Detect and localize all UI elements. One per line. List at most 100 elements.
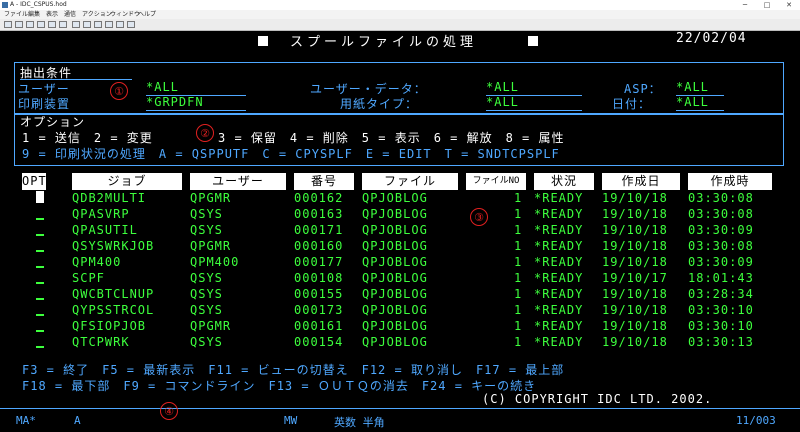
maximize-icon[interactable]: □ — [756, 0, 778, 10]
record-icon[interactable] — [105, 21, 113, 28]
cell-file: QPJOBLOG — [362, 319, 428, 333]
col-header-fileno: ファイルNO — [466, 173, 526, 190]
col-header-file: ファイル — [362, 173, 458, 190]
menu-edit[interactable]: 編集 — [28, 10, 40, 19]
menu-comm[interactable]: 通信 — [64, 10, 76, 19]
cell-user: QPM400 — [190, 255, 240, 269]
status-bar: MA* A MW 英数 半角 11/003 — [0, 408, 800, 432]
opt-input[interactable] — [36, 218, 44, 220]
marker-3: ③ — [470, 208, 488, 226]
window-title: A - IDC_CSPUS.hod — [10, 1, 67, 8]
cell-number: 000177 — [294, 255, 344, 269]
table-row[interactable]: QWCBTCLNUP QSYS 000155 QPJOBLOG 1 *READY 19/10… — [0, 286, 800, 302]
table-row[interactable]: QTCPWRK QSYS 000154 QPJOBLOG 1 *READY 19/10/18… — [0, 334, 800, 350]
title-block-right — [528, 36, 538, 46]
cell-date: 19/10/18 — [602, 319, 668, 333]
table-row[interactable]: QPASUTIL QSYS 000171 QPJOBLOG 1 *READY 19/10/1… — [0, 222, 800, 238]
table-row[interactable]: SCPF QSYS 000108 QPJOBLOG 1 *READY 19/10/17 18:… — [0, 270, 800, 286]
cut-icon[interactable] — [15, 21, 23, 28]
opt-input[interactable] — [36, 191, 44, 203]
cell-job: QDB2MULTI — [72, 191, 147, 205]
cell-fileno: 1 — [514, 335, 523, 349]
cell-fileno: 1 — [514, 239, 523, 253]
user-field[interactable]: *ALL — [146, 80, 179, 94]
cell-time: 03:30:10 — [688, 319, 754, 333]
cell-date: 19/10/18 — [602, 287, 668, 301]
table-row[interactable]: QSYSWRKJOB QPGMR 000160 QPJOBLOG 1 *READY 19/1… — [0, 238, 800, 254]
asp-field[interactable]: *ALL — [676, 80, 709, 94]
cell-job: SCPF — [72, 271, 105, 285]
fkeys-line2: F18 = 最下部 F9 = コマンドライン F13 = ＯＵＴＱの消去 F24… — [22, 379, 537, 393]
col-header-time: 作成時 — [688, 173, 772, 190]
date-field[interactable]: *ALL — [676, 95, 709, 109]
opt-input[interactable] — [36, 330, 44, 332]
app-icon — [2, 2, 8, 8]
cell-file: QPJOBLOG — [362, 303, 428, 317]
cell-status: *READY — [534, 239, 584, 253]
opt-input[interactable] — [36, 250, 44, 252]
cell-date: 19/10/18 — [602, 255, 668, 269]
menu-file[interactable]: ファイル — [4, 10, 28, 19]
menu-window[interactable]: ウィンドウ — [110, 10, 140, 19]
system-date: 22/02/04 — [676, 31, 747, 46]
cell-date: 19/10/18 — [602, 191, 668, 205]
printer-field[interactable]: *GRPDFN — [146, 95, 204, 109]
options-line1a: 1 = 送信 2 = 変更 — [22, 131, 153, 145]
opt-input[interactable] — [36, 346, 44, 348]
cell-job: QFSIOPJOB — [72, 319, 147, 333]
title-block-left — [258, 36, 268, 46]
marker-4: ④ — [160, 402, 178, 420]
cell-status: *READY — [534, 191, 584, 205]
cell-file: QPJOBLOG — [362, 191, 428, 205]
cell-job: QYPSSTRCOL — [72, 303, 155, 317]
cell-time: 03:30:09 — [688, 223, 754, 237]
table-row[interactable]: QYPSSTRCOL QSYS 000173 QPJOBLOG 1 *READY 19/10… — [0, 302, 800, 318]
table-row[interactable]: QFSIOPJOB QPGMR 000161 QPJOBLOG 1 *READY 19/10… — [0, 318, 800, 334]
opt-input[interactable] — [36, 234, 44, 236]
cell-user: QSYS — [190, 303, 223, 317]
opt-input[interactable] — [36, 266, 44, 268]
opt-input[interactable] — [36, 282, 44, 284]
opt-input[interactable] — [36, 314, 44, 316]
help-icon[interactable] — [127, 21, 135, 28]
opt-input[interactable] — [36, 298, 44, 300]
close-icon[interactable]: ✕ — [778, 0, 800, 10]
cell-date: 19/10/18 — [602, 239, 668, 253]
page-title: スプールファイルの処理 — [290, 35, 478, 50]
fkeys-line1: F3 = 終了 F5 = 最新表示 F11 = ビューの切替え F12 = 取り… — [22, 363, 565, 377]
paste-icon[interactable] — [26, 21, 34, 28]
copy-icon[interactable] — [4, 21, 12, 28]
menu-help[interactable]: ヘルプ — [138, 10, 156, 19]
col-header-job: ジョブ — [72, 173, 182, 190]
print-icon[interactable] — [59, 21, 67, 28]
menu-view[interactable]: 表示 — [46, 10, 58, 19]
copyright-text: (C) COPYRIGHT IDC LTD. 2002. — [482, 392, 713, 406]
cell-date: 19/10/18 — [602, 207, 668, 221]
cell-file: QPJOBLOG — [362, 287, 428, 301]
table-row[interactable]: QPASVRP QSYS 000163 QPJOBLOG 1 *READY 19/10/18… — [0, 206, 800, 222]
cell-file: QPJOBLOG — [362, 223, 428, 237]
play-icon[interactable] — [116, 21, 124, 28]
userdata-field[interactable]: *ALL — [486, 80, 519, 94]
receive-icon[interactable] — [48, 21, 56, 28]
keypad-icon[interactable] — [83, 21, 91, 28]
minimize-icon[interactable]: ─ — [734, 0, 756, 10]
cell-fileno: 1 — [514, 191, 523, 205]
color-icon[interactable] — [94, 21, 102, 28]
cell-date: 19/10/18 — [602, 223, 668, 237]
cell-number: 000108 — [294, 271, 344, 285]
col-header-date: 作成日 — [602, 173, 680, 190]
table-row[interactable]: QDB2MULTI QPGMR 000162 QPJOBLOG 1 *READY 19/10… — [0, 190, 800, 206]
cell-time: 18:01:43 — [688, 271, 754, 285]
table-row[interactable]: QPM400 QPM400 000177 QPJOBLOG 1 *READY 19/10/1… — [0, 254, 800, 270]
formtype-field-underline — [486, 110, 582, 111]
menu-action[interactable]: アクション — [82, 10, 112, 19]
cell-date: 19/10/17 — [602, 271, 668, 285]
cell-user: QSYS — [190, 223, 223, 237]
send-icon[interactable] — [37, 21, 45, 28]
cell-status: *READY — [534, 255, 584, 269]
map-icon[interactable] — [72, 21, 80, 28]
options-section-label: オプション — [20, 115, 86, 129]
toolbar — [0, 19, 800, 31]
formtype-field[interactable]: *ALL — [486, 95, 519, 109]
